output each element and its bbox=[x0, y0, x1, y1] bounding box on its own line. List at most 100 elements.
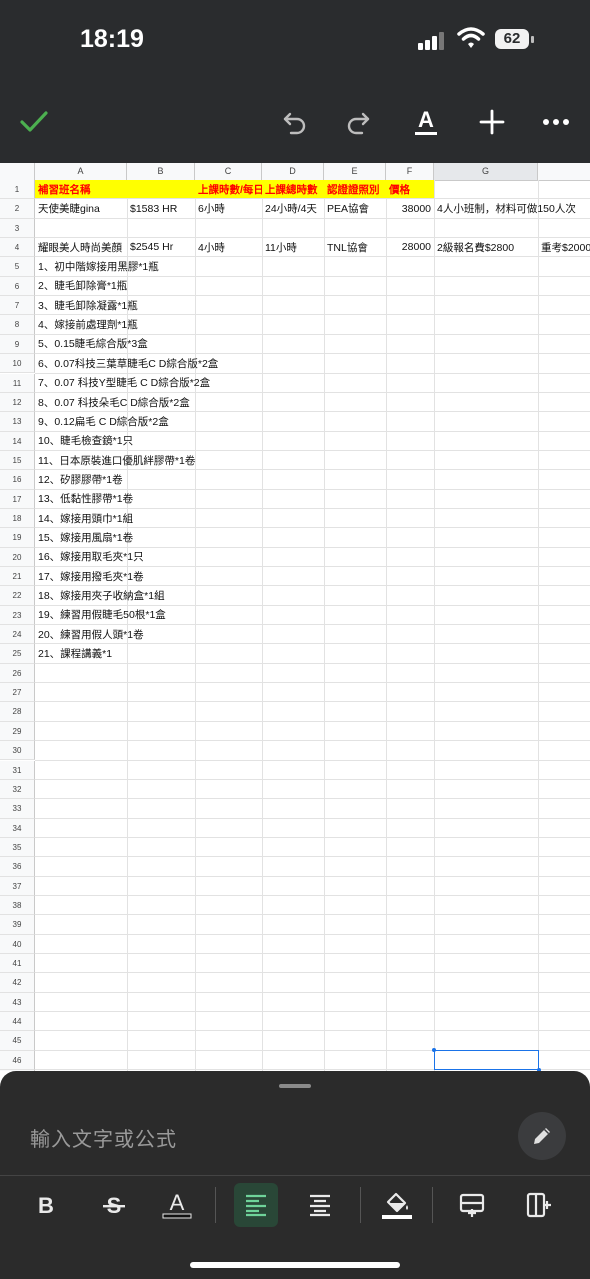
row-header[interactable]: 30 bbox=[0, 741, 35, 761]
table-cell[interactable]: TNL協會 bbox=[324, 238, 386, 256]
strikethrough-icon[interactable]: S bbox=[94, 1183, 134, 1227]
column-header-h[interactable] bbox=[538, 163, 590, 180]
column-header-b[interactable]: B bbox=[127, 163, 195, 180]
row-header[interactable]: 22 bbox=[0, 586, 35, 606]
row-header[interactable]: 38 bbox=[0, 895, 35, 916]
row-header[interactable]: 39 bbox=[0, 915, 35, 935]
row-header[interactable]: 5 bbox=[0, 257, 35, 277]
more-icon[interactable] bbox=[540, 104, 572, 140]
row-header[interactable]: 29 bbox=[0, 721, 35, 742]
row-header[interactable]: 41 bbox=[0, 954, 35, 974]
column-header-f[interactable]: F bbox=[386, 163, 434, 180]
row-header[interactable]: 35 bbox=[0, 837, 35, 858]
row-header[interactable]: 46 bbox=[0, 1050, 35, 1071]
align-center-icon[interactable] bbox=[300, 1183, 340, 1227]
table-cell[interactable]: 38000 bbox=[386, 199, 434, 217]
header-cell[interactable]: 上課時數/每日 bbox=[195, 180, 264, 199]
insert-row-icon[interactable] bbox=[452, 1183, 492, 1227]
table-cell[interactable]: 2、睫毛卸除膏*1瓶 bbox=[35, 277, 127, 295]
table-cell[interactable]: 10、睫毛檢查鏡*1只 bbox=[35, 432, 133, 450]
table-cell[interactable]: 2級報名費$2800 bbox=[434, 238, 538, 256]
row-header[interactable]: 11 bbox=[0, 373, 35, 393]
row-header[interactable]: 6 bbox=[0, 276, 35, 297]
table-cell[interactable]: 7、0.07 科技Y型睫毛 C D綜合版*2盒 bbox=[35, 374, 210, 392]
row-header[interactable]: 25 bbox=[0, 644, 35, 664]
row-header[interactable]: 17 bbox=[0, 489, 35, 509]
table-cell[interactable]: 重考$2000 bbox=[538, 238, 590, 256]
table-cell[interactable]: $1583 HR bbox=[127, 199, 195, 217]
redo-icon[interactable] bbox=[343, 104, 373, 140]
fill-color-icon[interactable] bbox=[376, 1183, 418, 1227]
insert-column-icon[interactable] bbox=[518, 1183, 560, 1227]
row-header[interactable]: 9 bbox=[0, 334, 35, 355]
selection-handle[interactable] bbox=[432, 1047, 436, 1052]
undo-icon[interactable] bbox=[280, 104, 310, 140]
table-cell[interactable]: 4、嫁接前處理劑*1瓶 bbox=[35, 315, 138, 333]
table-cell[interactable]: 18、嫁接用夾子收納盒*1組 bbox=[35, 586, 165, 604]
row-header[interactable]: 42 bbox=[0, 973, 35, 993]
row-header[interactable]: 37 bbox=[0, 876, 35, 896]
table-cell[interactable]: 4人小班制，材料可做150人次 bbox=[434, 199, 576, 217]
table-cell[interactable]: 24小時/4天 bbox=[262, 199, 324, 217]
column-header-d[interactable]: D bbox=[262, 163, 324, 180]
row-header[interactable]: 43 bbox=[0, 992, 35, 1013]
row-header[interactable]: 36 bbox=[0, 857, 35, 877]
row-header[interactable]: 44 bbox=[0, 1012, 35, 1032]
row-header[interactable]: 15 bbox=[0, 450, 35, 471]
table-cell[interactable]: 8、0.07 科技朵毛C D綜合版*2盒 bbox=[35, 393, 190, 411]
table-cell[interactable]: 15、嫁接用風扇*1卷 bbox=[35, 528, 133, 546]
table-cell[interactable]: 14、嫁接用頭巾*1組 bbox=[35, 509, 133, 527]
table-cell[interactable]: 5、0.15睫毛綜合版*3盒 bbox=[35, 335, 148, 353]
row-header[interactable]: 21 bbox=[0, 567, 35, 587]
header-cell[interactable]: 上課總時數 bbox=[262, 180, 324, 199]
row-header[interactable]: 2 bbox=[0, 199, 35, 219]
header-cell[interactable]: 補習班名稱 bbox=[35, 180, 127, 199]
row-header[interactable]: 8 bbox=[0, 315, 35, 335]
row-header[interactable]: 13 bbox=[0, 412, 35, 432]
table-cell[interactable]: 12、矽膠膠帶*1卷 bbox=[35, 470, 127, 488]
row-header[interactable]: 45 bbox=[0, 1031, 35, 1051]
text-format-icon[interactable]: A bbox=[410, 104, 442, 140]
table-cell[interactable]: 21、課程講義*1 bbox=[35, 644, 127, 662]
row-header[interactable]: 26 bbox=[0, 663, 35, 684]
check-icon[interactable] bbox=[18, 104, 50, 140]
row-header[interactable]: 31 bbox=[0, 760, 35, 780]
table-cell[interactable]: 3、睫毛卸除凝露*1瓶 bbox=[35, 296, 138, 314]
table-cell[interactable]: 16、嫁接用取毛夾*1只 bbox=[35, 548, 144, 566]
table-cell[interactable]: 4小時 bbox=[195, 238, 262, 256]
pencil-icon[interactable] bbox=[518, 1112, 566, 1160]
row-header[interactable]: 34 bbox=[0, 818, 35, 838]
table-cell[interactable]: 28000 bbox=[386, 238, 434, 256]
table-cell[interactable]: 6、0.07科技三葉草睫毛C D綜合版*2盒 bbox=[35, 354, 218, 372]
text-color-icon[interactable]: A bbox=[158, 1183, 196, 1227]
table-cell[interactable]: 耀眼美人時尚美顏 bbox=[35, 238, 127, 256]
bold-icon[interactable]: B bbox=[28, 1183, 64, 1227]
column-header-a[interactable]: A bbox=[35, 163, 127, 180]
header-cell[interactable]: 價格 bbox=[386, 180, 434, 199]
row-header[interactable]: 3 bbox=[0, 218, 35, 239]
row-header[interactable]: 16 bbox=[0, 470, 35, 490]
column-header-e[interactable]: E bbox=[324, 163, 386, 180]
row-header[interactable]: 40 bbox=[0, 934, 35, 954]
table-cell[interactable]: 13、低黏性膠帶*1卷 bbox=[35, 490, 133, 508]
table-cell[interactable]: 17、嫁接用撥毛夾*1卷 bbox=[35, 567, 144, 585]
table-cell[interactable]: 11小時 bbox=[262, 238, 324, 256]
column-header-c[interactable]: C bbox=[195, 163, 262, 180]
row-header[interactable]: 7 bbox=[0, 296, 35, 316]
table-cell[interactable]: 19、練習用假睫毛50根*1盒 bbox=[35, 606, 166, 624]
corner-cell[interactable] bbox=[0, 163, 35, 180]
row-header[interactable]: 19 bbox=[0, 528, 35, 548]
selected-cell-outline[interactable] bbox=[432, 1047, 541, 1071]
table-cell[interactable]: PEA協會 bbox=[324, 199, 386, 217]
row-header[interactable]: 18 bbox=[0, 508, 35, 529]
row-header[interactable]: 24 bbox=[0, 625, 35, 645]
row-header[interactable]: 14 bbox=[0, 431, 35, 451]
sheet-grabber[interactable] bbox=[279, 1084, 311, 1088]
row-header[interactable]: 1 bbox=[0, 180, 35, 200]
row-header[interactable]: 32 bbox=[0, 779, 35, 800]
row-header[interactable]: 20 bbox=[0, 547, 35, 567]
formula-input[interactable]: 輸入文字或公式 bbox=[30, 1123, 177, 1152]
row-header[interactable]: 27 bbox=[0, 683, 35, 703]
plus-icon[interactable] bbox=[477, 104, 507, 140]
table-cell[interactable]: 天使美睫gina bbox=[35, 199, 127, 217]
